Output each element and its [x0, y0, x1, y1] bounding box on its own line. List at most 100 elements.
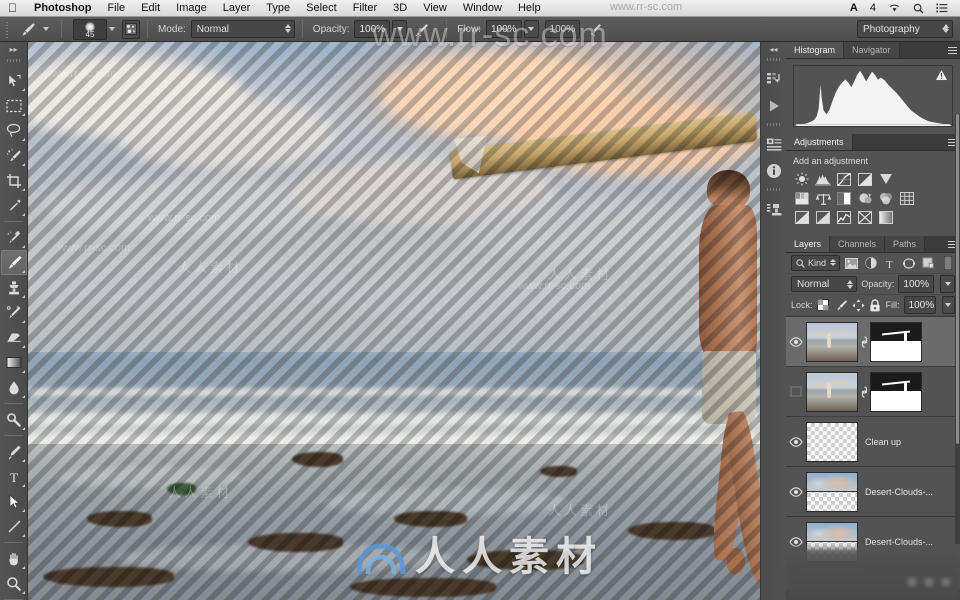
photo-filter-adjustment[interactable] [856, 190, 874, 206]
info-panel-icon[interactable] [762, 158, 786, 184]
layer-name[interactable]: Clean up [865, 437, 901, 447]
move-tool[interactable] [1, 68, 27, 93]
layer-filter-kind-select[interactable]: Kind [791, 255, 841, 271]
dock-grip-1[interactable] [767, 56, 780, 64]
history-brush-tool[interactable] [1, 300, 27, 325]
layer-fill-chevron-icon[interactable] [941, 296, 956, 314]
tab-layers[interactable]: Layers [786, 236, 831, 252]
double-arrow-left-icon[interactable]: ◂◂ [761, 44, 786, 54]
color-lookup-adjustment[interactable] [898, 190, 916, 206]
lasso-tool[interactable] [1, 118, 27, 143]
layer-name[interactable]: Desert-Clouds-... [865, 537, 933, 547]
brush-tool-preset-chevron-icon[interactable] [43, 27, 49, 31]
tab-navigator[interactable]: Navigator [844, 42, 900, 58]
layer-thumbnail[interactable] [806, 371, 858, 412]
posterize-adjustment[interactable] [814, 209, 832, 225]
history-panel-icon[interactable] [762, 66, 786, 92]
channel-mixer-adjustment[interactable] [877, 190, 895, 206]
layer-mask-thumbnail[interactable] [870, 371, 922, 412]
pen-tool[interactable] [1, 439, 27, 464]
layer-visibility-toggle[interactable] [786, 467, 806, 517]
table-row[interactable]: Desert-Clouds-... [786, 467, 960, 517]
tab-histogram[interactable]: Histogram [786, 42, 845, 58]
battery-count-label[interactable]: 4 [864, 2, 882, 14]
menu-window[interactable]: Window [455, 0, 510, 17]
spot-healing-brush-tool[interactable] [1, 225, 27, 250]
menu-type[interactable]: Type [258, 0, 298, 17]
brush-preset-chevron-icon[interactable] [109, 27, 115, 31]
type-tool[interactable]: T [1, 464, 27, 489]
menu-layer[interactable]: Layer [215, 0, 259, 17]
cached-data-warning-icon[interactable] [935, 69, 948, 81]
eyedropper-tool[interactable] [1, 193, 27, 218]
hand-tool[interactable] [1, 546, 27, 571]
threshold-adjustment[interactable] [835, 209, 853, 225]
menu-edit[interactable]: Edit [133, 0, 168, 17]
dock-grip-2[interactable] [767, 121, 780, 129]
black-white-adjustment[interactable] [835, 190, 853, 206]
selective-color-adjustment[interactable] [856, 209, 874, 225]
menu-help[interactable]: Help [510, 0, 549, 17]
workspace-select[interactable]: Photography [857, 20, 953, 38]
layer-thumbnail[interactable] [806, 471, 858, 512]
lock-image-pixels[interactable] [834, 298, 848, 313]
brush-panel-toggle-icon[interactable] [122, 19, 140, 39]
layers-scrollbar[interactable] [955, 114, 960, 544]
dock-grip-3[interactable] [767, 186, 780, 194]
layer-visibility-toggle[interactable] [786, 317, 806, 367]
brush-tool[interactable] [1, 250, 27, 275]
layer-mask-link-icon[interactable] [858, 385, 870, 398]
filter-smart-objects[interactable] [920, 255, 935, 271]
rectangular-marquee-tool[interactable] [1, 93, 27, 118]
menu-filter[interactable]: Filter [345, 0, 385, 17]
airbrush-icon[interactable] [412, 19, 434, 39]
layer-mask-thumbnail[interactable] [870, 321, 922, 362]
color-balance-adjustment[interactable] [814, 190, 832, 206]
tools-panel-grip[interactable] [7, 56, 20, 65]
layer-name[interactable]: Desert-Clouds-... [865, 487, 933, 497]
filter-adjustment-layers[interactable] [863, 255, 878, 271]
menu-image[interactable]: Image [168, 0, 215, 17]
lock-position[interactable] [851, 298, 865, 313]
layer-thumbnail[interactable] [806, 421, 858, 462]
brush-size-preview[interactable]: 45 [73, 18, 107, 40]
table-row[interactable] [786, 367, 960, 417]
line-tool[interactable] [1, 514, 27, 539]
blend-mode-select[interactable]: Normal [190, 20, 295, 38]
blur-tool[interactable] [1, 375, 27, 400]
dodge-tool[interactable] [1, 407, 27, 432]
opacity-slider-chevron-icon[interactable] [392, 20, 408, 38]
lock-transparent-pixels[interactable] [817, 298, 830, 313]
delete-layer-button[interactable] [925, 578, 933, 586]
filter-power-toggle-icon[interactable] [940, 255, 955, 271]
new-layer-button[interactable] [908, 578, 916, 586]
lock-all[interactable] [869, 298, 882, 313]
levels-adjustment[interactable] [814, 171, 832, 187]
double-arrow-right-icon[interactable]: ▸▸ [0, 44, 27, 55]
brush-tool-icon[interactable] [15, 19, 41, 39]
spotlight-search-icon[interactable] [907, 3, 930, 14]
layer-mask-link-icon[interactable] [858, 335, 870, 348]
layer-thumbnail[interactable] [806, 321, 858, 362]
panel-menu-icon[interactable] [944, 42, 960, 58]
curves-adjustment[interactable] [835, 171, 853, 187]
mini-bridge-panel-icon[interactable] [762, 131, 786, 157]
airport-icon[interactable] [882, 3, 907, 13]
brightness-contrast-adjustment[interactable] [793, 171, 811, 187]
vibrance-adjustment[interactable] [877, 171, 895, 187]
layer-opacity-input[interactable]: 100% [898, 275, 934, 293]
input-source-icon[interactable]: A [844, 2, 864, 14]
document-canvas[interactable]: www.rr-sc.com www.rr-sc.com 人人素材 人人素材 ww… [28, 42, 760, 600]
clone-stamp-tool[interactable] [1, 275, 27, 300]
actions-panel-icon[interactable] [762, 93, 786, 119]
table-row[interactable]: Clean up [786, 417, 960, 467]
flow-slider-chevron-icon[interactable] [523, 20, 539, 38]
eraser-tool[interactable] [1, 325, 27, 350]
layer-blend-mode-select[interactable]: Normal [791, 276, 858, 292]
filter-type-layers[interactable]: T [882, 255, 897, 271]
tab-channels[interactable]: Channels [830, 236, 886, 252]
tab-paths[interactable]: Paths [885, 236, 926, 252]
crop-tool[interactable] [1, 168, 27, 193]
tablet-pressure-icon[interactable] [585, 19, 607, 39]
zoom-tool[interactable] [1, 571, 27, 596]
